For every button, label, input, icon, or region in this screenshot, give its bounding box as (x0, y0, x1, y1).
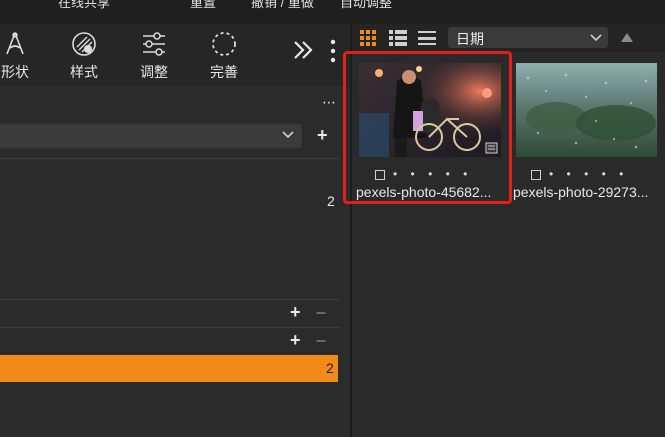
undo-redo-label[interactable]: 撤销 / 重做 (251, 0, 314, 11)
list-view-icon[interactable] (389, 30, 407, 46)
sort-select-value: 日期 (456, 31, 484, 47)
thumbnail-checkbox[interactable] (375, 169, 385, 180)
sort-direction-icon[interactable] (620, 31, 634, 43)
remove-item-icon[interactable]: – (316, 302, 326, 323)
tool-style[interactable]: 样式 (59, 30, 109, 82)
left-panel: ⋯ + 2 + – + – 2 (0, 86, 351, 437)
shape-icon (6, 32, 24, 55)
panel-header-row (0, 86, 340, 159)
sort-select[interactable]: 日期 (448, 27, 608, 48)
tool-toolbar: 形状 样式 调整 完善 (0, 24, 351, 86)
tool-shape-label: 形状 (1, 64, 29, 80)
selected-row[interactable]: 2 (0, 355, 338, 382)
reset-label[interactable]: 重置 (190, 0, 216, 11)
thumbnail-image-2[interactable] (516, 63, 657, 157)
double-chevron-right-icon[interactable] (291, 38, 315, 67)
thumbnail-caption-2: pexels-photo-29273... (513, 184, 649, 200)
tool-shape[interactable]: 形状 (0, 30, 40, 82)
selected-row-count: 2 (326, 360, 334, 376)
row-count: 2 (327, 193, 335, 209)
vertical-dots-icon[interactable] (330, 38, 336, 69)
tool-adjust-label: 调整 (140, 64, 168, 80)
thumbnail-checkbox[interactable] (531, 169, 541, 180)
rating-dots[interactable]: • • • • • (549, 167, 623, 181)
add-item-icon[interactable]: + (290, 302, 301, 323)
tool-refine-label: 完善 (210, 64, 238, 80)
chevron-down-icon (590, 34, 602, 42)
section-divider (0, 299, 340, 300)
online-share-label[interactable]: 在线共享 (58, 0, 110, 11)
view-bar: 日期 (352, 24, 665, 52)
thumbnail-image-1[interactable] (359, 63, 501, 157)
refine-circle-icon (212, 32, 236, 56)
top-menu-bar: 在线共享 重置 撤销 / 重做 自动调整 (0, 0, 665, 24)
style-icon (72, 32, 96, 56)
remove-group-icon[interactable]: – (316, 330, 326, 351)
auto-adjust-label[interactable]: 自动调整 (340, 0, 392, 11)
rating-row-2: • • • • • (531, 167, 623, 181)
filmstrip-view-icon[interactable] (418, 30, 436, 46)
browser-panel: 日期 • • • • • pexels-photo-45682... • • •… (343, 24, 665, 437)
section-divider (0, 327, 340, 328)
tool-refine[interactable]: 完善 (199, 30, 249, 82)
tool-style-label: 样式 (70, 64, 98, 80)
rating-dots[interactable]: • • • • • (393, 167, 467, 181)
grid-view-icon[interactable] (360, 30, 376, 46)
adjust-sliders-icon (143, 32, 165, 56)
tool-adjust[interactable]: 调整 (129, 30, 179, 82)
thumbnail-caption-1: pexels-photo-45682... (356, 184, 492, 200)
add-group-icon[interactable]: + (290, 330, 301, 351)
rating-row-1: • • • • • (375, 167, 467, 181)
